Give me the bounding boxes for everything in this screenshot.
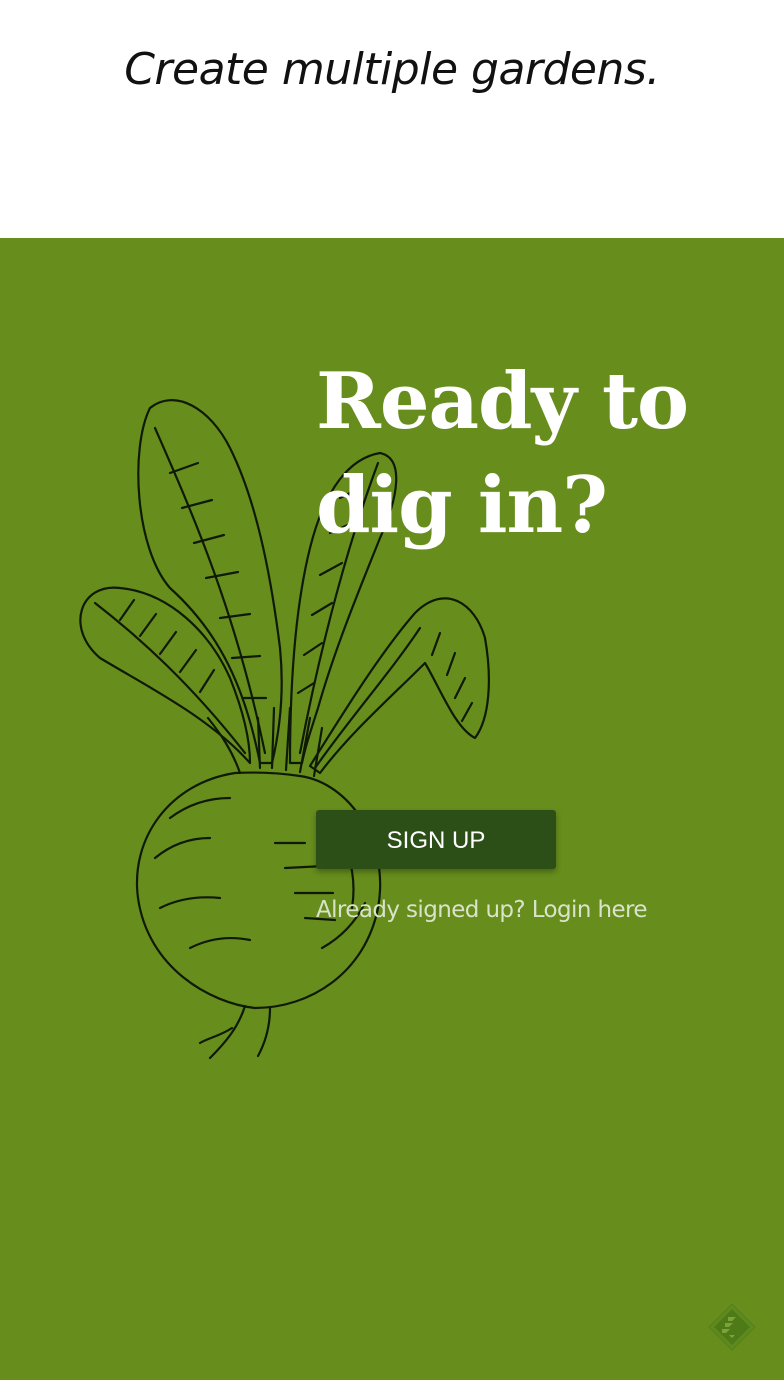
cta-heading-line-1: Ready to bbox=[316, 356, 689, 447]
cta-section: Ready to dig in? SIGN UP Already signed … bbox=[0, 238, 784, 1380]
login-link[interactable]: Already signed up? Login here bbox=[316, 894, 648, 926]
features-section: Create multiple gardens. bbox=[0, 0, 784, 238]
feedly-icon[interactable] bbox=[706, 1301, 758, 1353]
cta-heading-line-2: dig in? bbox=[316, 460, 608, 551]
feature-caption: Create multiple gardens. bbox=[124, 44, 660, 95]
sign-up-button[interactable]: SIGN UP bbox=[316, 810, 556, 869]
cta-heading: Ready to dig in? bbox=[316, 350, 756, 558]
